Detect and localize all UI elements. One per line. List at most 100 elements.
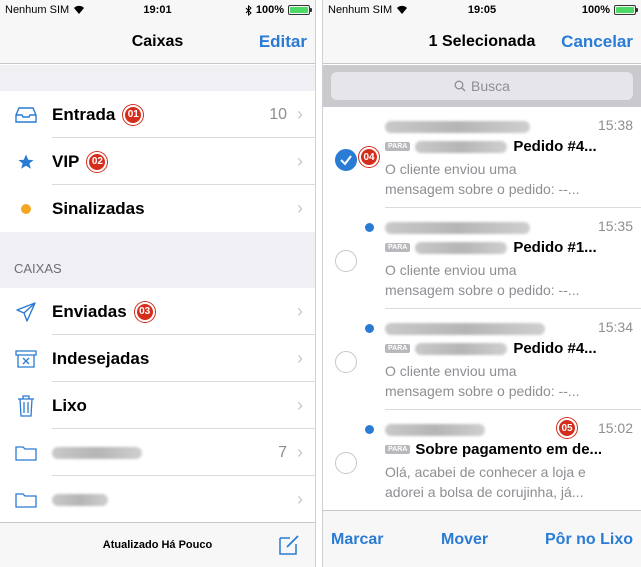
status-bar: Nenhum SIM 19:01 100% [0,0,315,20]
mailbox-row-lixo[interactable]: Lixo › [0,382,315,429]
redacted-folder-name [52,446,142,459]
message-subject: Pedido #4... [513,340,597,357]
group-gap [0,65,315,91]
message-subject: Pedido #4... [513,138,597,155]
mailbox-label: Lixo [52,395,87,415]
mailbox-label: Sinalizadas [52,198,145,218]
status-bar: Nenhum SIM 19:05 100% [323,0,641,20]
trash-icon [14,394,38,418]
carrier-label: Nenhum SIM [328,4,393,16]
selection-checkbox[interactable] [335,250,357,272]
message-preview: O cliente enviou uma mensagem sobre o pe… [385,363,580,399]
message-preview: Olá, acabei de conhecer a loja e adorei … [385,464,586,500]
status-right: 100% [581,4,638,16]
message-subject-line: PARA Sobre pagamento em de... [385,441,633,458]
unread-count: 7 [278,443,287,461]
nav-bar: Caixas Editar [0,20,315,64]
selection-checkbox[interactable] [335,351,357,373]
unread-count: 10 [269,105,287,123]
move-button[interactable]: Mover [441,511,488,567]
redacted-sender [385,121,530,133]
nav-bar: 1 Selecionada Cancelar [323,20,641,64]
cancel-button[interactable]: Cancelar [561,20,633,64]
section-header: CAIXAS [0,232,315,288]
chevron-right-icon: › [297,348,303,368]
annotation-badge: 01 [123,104,144,125]
annotation-badge: 03 [134,301,155,322]
mailbox-label: Indesejadas [52,348,150,368]
send-icon [14,300,38,324]
section-title: CAIXAS [14,261,62,276]
message-subject-line: PARA Pedido #1... [385,239,633,256]
annotation-badge: 05 [557,418,577,438]
mailbox-label: Entrada [52,104,116,124]
message-subject: Sobre pagamento em de... [415,441,603,458]
mailbox-label: VIP [52,151,80,171]
unread-dot [365,425,374,434]
message-time: 15:35 [597,218,633,234]
chevron-right-icon: › [297,395,303,415]
status-right: 100% [245,4,312,16]
wifi-icon [74,5,85,15]
chevron-right-icon: › [297,151,303,171]
mailbox-list: Entrada 01 10 › VIP 02 › Sinalizadas › C… [0,65,315,523]
search-icon [454,80,466,92]
bluetooth-icon [245,4,252,16]
mailbox-label: Enviadas [52,301,127,321]
message-time: 15:38 [597,117,633,133]
redacted-sender [385,222,530,234]
selection-checkbox[interactable] [335,452,357,474]
checkmark-icon [340,155,352,166]
battery-icon [614,5,638,15]
compose-icon[interactable] [277,533,301,557]
search-placeholder: Busca [471,78,510,94]
mailbox-row-indesejadas[interactable]: Indesejadas › [0,335,315,382]
mailbox-row-entrada[interactable]: Entrada 01 10 › [0,91,315,138]
message-row[interactable]: 15:35 PARA Pedido #1... O cliente enviou… [323,208,641,309]
message-row[interactable]: 04 15:38 PARA Pedido #4... O cliente env… [323,107,641,208]
bottom-toolbar: Atualizado Há Pouco [0,522,315,567]
redacted-sender [385,323,545,335]
carrier: Nenhum SIM [328,4,582,16]
message-time: 15:34 [597,319,633,335]
battery-icon [288,5,312,15]
selection-checkbox[interactable] [335,149,357,171]
annotation-badge: 04 [359,147,379,167]
message-row[interactable]: 05 15:02 PARA Sobre pagamento em de... O… [323,410,641,511]
message-row[interactable]: 15:34 PARA Pedido #4... O cliente enviou… [323,309,641,410]
chevron-right-icon: › [297,489,303,509]
mailboxes-screen: Nenhum SIM 19:01 100% Caixas Editar Entr… [0,0,316,567]
chevron-right-icon: › [297,104,303,124]
mailbox-row-folder[interactable]: 7 › [0,429,315,476]
unread-dot [365,324,374,333]
recipient-tag: PARA [385,344,411,353]
message-subject: Pedido #1... [513,239,597,256]
message-subject-line: PARA Pedido #4... [385,340,633,357]
mailbox-row-enviadas[interactable]: Enviadas 03 › [0,288,315,335]
update-status: Atualizado Há Pouco [102,539,213,551]
trash-button[interactable]: Pôr no Lixo [545,511,633,567]
flag-dot-icon [14,197,38,221]
unread-dot [365,223,374,232]
search-input[interactable]: Busca [331,72,633,100]
mark-button[interactable]: Marcar [331,511,383,567]
search-bar: Busca [323,65,641,107]
mailbox-row-vip[interactable]: VIP 02 › [0,138,315,185]
folder-icon [14,441,38,465]
mailbox-row-folder[interactable]: › [0,476,315,523]
star-icon [14,150,38,174]
message-subject-line: PARA Pedido #4... [385,138,633,155]
edit-toolbar: Marcar Mover Pôr no Lixo [323,510,641,567]
message-list-screen: Nenhum SIM 19:05 100% 1 Selecionada Canc… [322,0,641,567]
tray-icon [14,103,38,127]
edit-button[interactable]: Editar [259,20,307,64]
redacted-sender [385,424,485,436]
carrier: Nenhum SIM [5,4,245,16]
battery-percent: 100% [581,4,610,16]
message-time: 15:02 [597,420,633,436]
folder-icon [14,488,38,512]
carrier-label: Nenhum SIM [5,4,70,16]
redacted-shop [415,241,508,254]
mailbox-row-sinalizadas[interactable]: Sinalizadas › [0,185,315,232]
chevron-right-icon: › [297,198,303,218]
